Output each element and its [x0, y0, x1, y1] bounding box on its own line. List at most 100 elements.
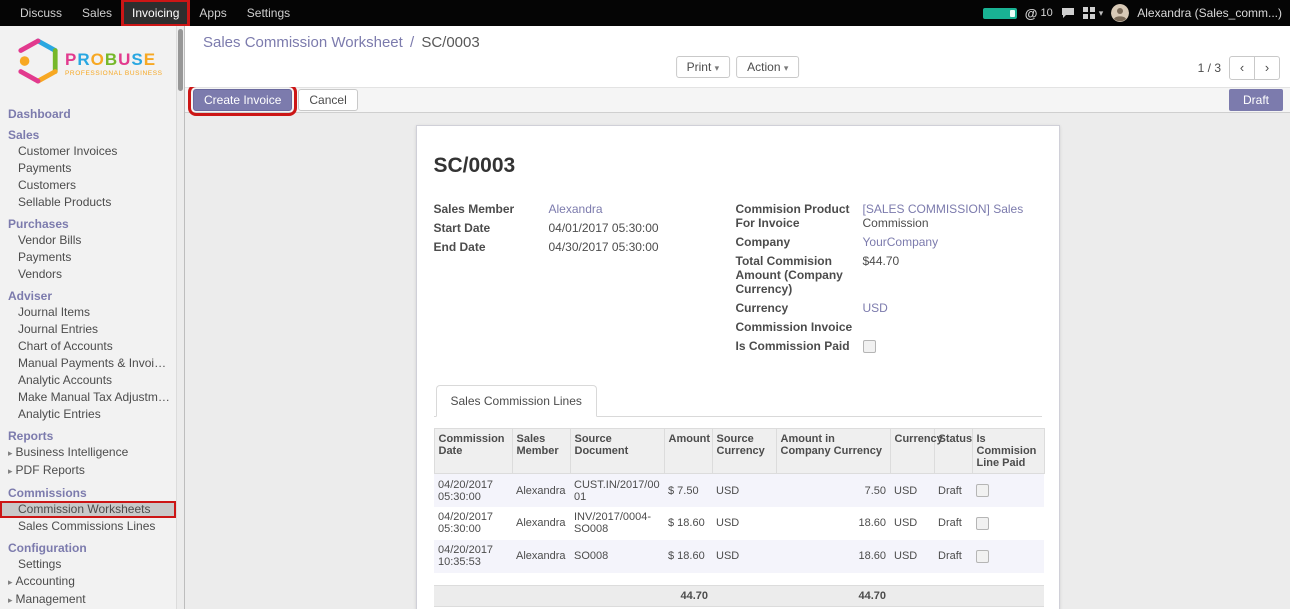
cell-amount-company: 18.60 [776, 540, 890, 573]
sidebar-item-pdf-reports[interactable]: ▸PDF Reports [0, 462, 176, 480]
field-label-commision-product-for-invoice: Commision Product For Invoice [736, 202, 863, 230]
sidebar-item-settings[interactable]: Settings [0, 556, 176, 573]
sidebar-item-sales-commissions-lines[interactable]: Sales Commissions Lines [0, 518, 176, 535]
cell-line-paid [972, 507, 1044, 540]
create-invoice-button[interactable]: Create Invoice [193, 89, 292, 111]
sidebar-item-journal-entries[interactable]: Journal Entries [0, 321, 176, 338]
table-row[interactable]: 04/20/2017 10:35:53AlexandraSO008$ 18.60… [434, 540, 1044, 573]
sidebar-item-analytic-accounts[interactable]: Analytic Accounts [0, 372, 176, 389]
commission-lines-table: Commission DateSales MemberSource Docume… [434, 428, 1045, 607]
sidebar-item-manual-payments-invoice[interactable]: Manual Payments & Invoice... [0, 355, 176, 372]
checkbox-is-commission-paid[interactable] [863, 340, 876, 353]
field-link-currency[interactable]: USD [863, 301, 888, 315]
sidebar-item-commission-worksheets[interactable]: Commission Worksheets [0, 501, 176, 518]
pager-previous-button[interactable]: ‹ [1229, 56, 1255, 80]
menu-sales[interactable]: Sales [72, 0, 122, 26]
expand-arrow-icon: ▸ [8, 466, 13, 476]
menu-invoicing[interactable]: Invoicing [122, 0, 189, 26]
sidebar-section-configuration[interactable]: Configuration [0, 538, 176, 556]
sidebar-item-business-intelligence[interactable]: ▸Business Intelligence [0, 444, 176, 462]
sidebar-item-label: PDF Reports [16, 463, 85, 477]
cancel-button[interactable]: Cancel [298, 89, 357, 111]
sidebar-item-customer-invoices[interactable]: Customer Invoices [0, 143, 176, 160]
column-header-amount-in-company-currency[interactable]: Amount in Company Currency [776, 429, 890, 474]
messages-icon[interactable] [1061, 7, 1075, 19]
table-row[interactable]: 04/20/2017 05:30:00AlexandraCUST.IN/2017… [434, 474, 1044, 507]
chevron-down-icon: ▾ [715, 63, 720, 73]
sidebar-section-reports[interactable]: Reports [0, 426, 176, 444]
menu-discuss[interactable]: Discuss [10, 0, 72, 26]
expand-arrow-icon: ▸ [8, 595, 13, 605]
sidebar-item-sellable-products[interactable]: Sellable Products [0, 194, 176, 211]
cell-source-document: SO008 [570, 540, 664, 573]
fields-right: Commision Product For Invoice[SALES COMM… [736, 202, 1042, 358]
menu-apps[interactable]: Apps [189, 0, 236, 26]
sidebar-section-dashboard[interactable]: Dashboard [0, 104, 176, 122]
sidebar-section-adviser[interactable]: Adviser [0, 286, 176, 304]
print-button[interactable]: Print ▾ [676, 56, 731, 78]
column-header-sales-member[interactable]: Sales Member [512, 429, 570, 474]
column-header-source-currency[interactable]: Source Currency [712, 429, 776, 474]
sidebar-section-commissions[interactable]: Commissions [0, 483, 176, 501]
sidebar-section-purchases[interactable]: Purchases [0, 214, 176, 232]
sidebar-item-label: Journal Items [18, 305, 90, 319]
field-row-commision-product-for-invoice: Commision Product For Invoice[SALES COMM… [736, 202, 1042, 230]
column-header-amount[interactable]: Amount [664, 429, 712, 474]
field-link-company[interactable]: YourCompany [863, 235, 939, 249]
apps-grid-icon[interactable] [1083, 7, 1095, 19]
sidebar-item-accounting[interactable]: ▸Accounting [0, 573, 176, 591]
sidebar-item-analytic-entries[interactable]: Analytic Entries [0, 406, 176, 423]
sidebar-item-vendor-bills[interactable]: Vendor Bills [0, 232, 176, 249]
line-paid-checkbox[interactable] [976, 517, 989, 530]
print-button-label: Print [687, 60, 712, 74]
sidebar-item-make-manual-tax-adjustme[interactable]: Make Manual Tax Adjustme... [0, 389, 176, 406]
column-header-source-document[interactable]: Source Document [570, 429, 664, 474]
activity-count[interactable]: 10 [1040, 7, 1052, 19]
column-header-status[interactable]: Status [934, 429, 972, 474]
action-button[interactable]: Action ▾ [736, 56, 799, 78]
topbar-menus: DiscussSalesInvoicingAppsSettings [10, 0, 300, 26]
user-menu[interactable]: Alexandra (Sales_comm...) [1137, 6, 1282, 20]
tab-sales-commission-lines[interactable]: Sales Commission Lines [436, 385, 597, 417]
cell-amount: $ 7.50 [664, 474, 712, 507]
pager: 1 / 3 ‹› [1198, 56, 1280, 80]
sidebar-scrollbar[interactable] [176, 26, 184, 609]
field-link-sales-member[interactable]: Alexandra [549, 202, 603, 216]
topbar: DiscussSalesInvoicingAppsSettings @ 10 ▾… [0, 0, 1290, 26]
line-paid-checkbox[interactable] [976, 484, 989, 497]
cell-currency: USD [890, 474, 934, 507]
sidebar-item-payments[interactable]: Payments [0, 160, 176, 177]
sidebar-item-label: Manual Payments & Invoice... [18, 356, 176, 370]
breadcrumb-parent[interactable]: Sales Commission Worksheet [203, 34, 403, 51]
pager-next-button[interactable]: › [1254, 56, 1280, 80]
sidebar-item-management[interactable]: ▸Management [0, 591, 176, 609]
scrollbar-thumb[interactable] [178, 29, 183, 91]
menu-settings[interactable]: Settings [237, 0, 300, 26]
field-link-commision-product-for-invoice[interactable]: [SALES COMMISSION] Sales [863, 202, 1024, 216]
cell-amount-company: 7.50 [776, 474, 890, 507]
avatar[interactable] [1111, 4, 1129, 22]
sidebar-section-sales[interactable]: Sales [0, 125, 176, 143]
table-row[interactable]: 04/20/2017 05:30:00AlexandraINV/2017/000… [434, 507, 1044, 540]
action-button-label: Action [747, 60, 780, 74]
status-badge[interactable]: Draft [1229, 89, 1283, 111]
column-header-is-commision-line-paid[interactable]: Is Commision Line Paid [972, 429, 1044, 474]
chevron-down-icon: ▾ [784, 63, 789, 73]
sidebar-item-payments[interactable]: Payments [0, 249, 176, 266]
sidebar-item-label: Accounting [16, 574, 75, 588]
breadcrumb-current: SC/0003 [421, 34, 479, 51]
sidebar-item-vendors[interactable]: Vendors [0, 266, 176, 283]
activities-icon[interactable]: @ [1025, 6, 1038, 21]
sidebar-item-chart-of-accounts[interactable]: Chart of Accounts [0, 338, 176, 355]
sidebar-item-customers[interactable]: Customers [0, 177, 176, 194]
column-header-currency[interactable]: Currency [890, 429, 934, 474]
sidebar-item-label: Chart of Accounts [18, 339, 113, 353]
sidebar-item-journal-items[interactable]: Journal Items [0, 304, 176, 321]
field-value-commission-invoice [863, 320, 1042, 334]
column-header-commission-date[interactable]: Commission Date [434, 429, 512, 474]
field-groups: Sales MemberAlexandraStart Date04/01/201… [434, 202, 1042, 358]
field-label-start-date: Start Date [434, 221, 549, 235]
line-paid-checkbox[interactable] [976, 550, 989, 563]
cell-sales-member: Alexandra [512, 507, 570, 540]
sidebar-item-label: Vendors [18, 267, 62, 281]
